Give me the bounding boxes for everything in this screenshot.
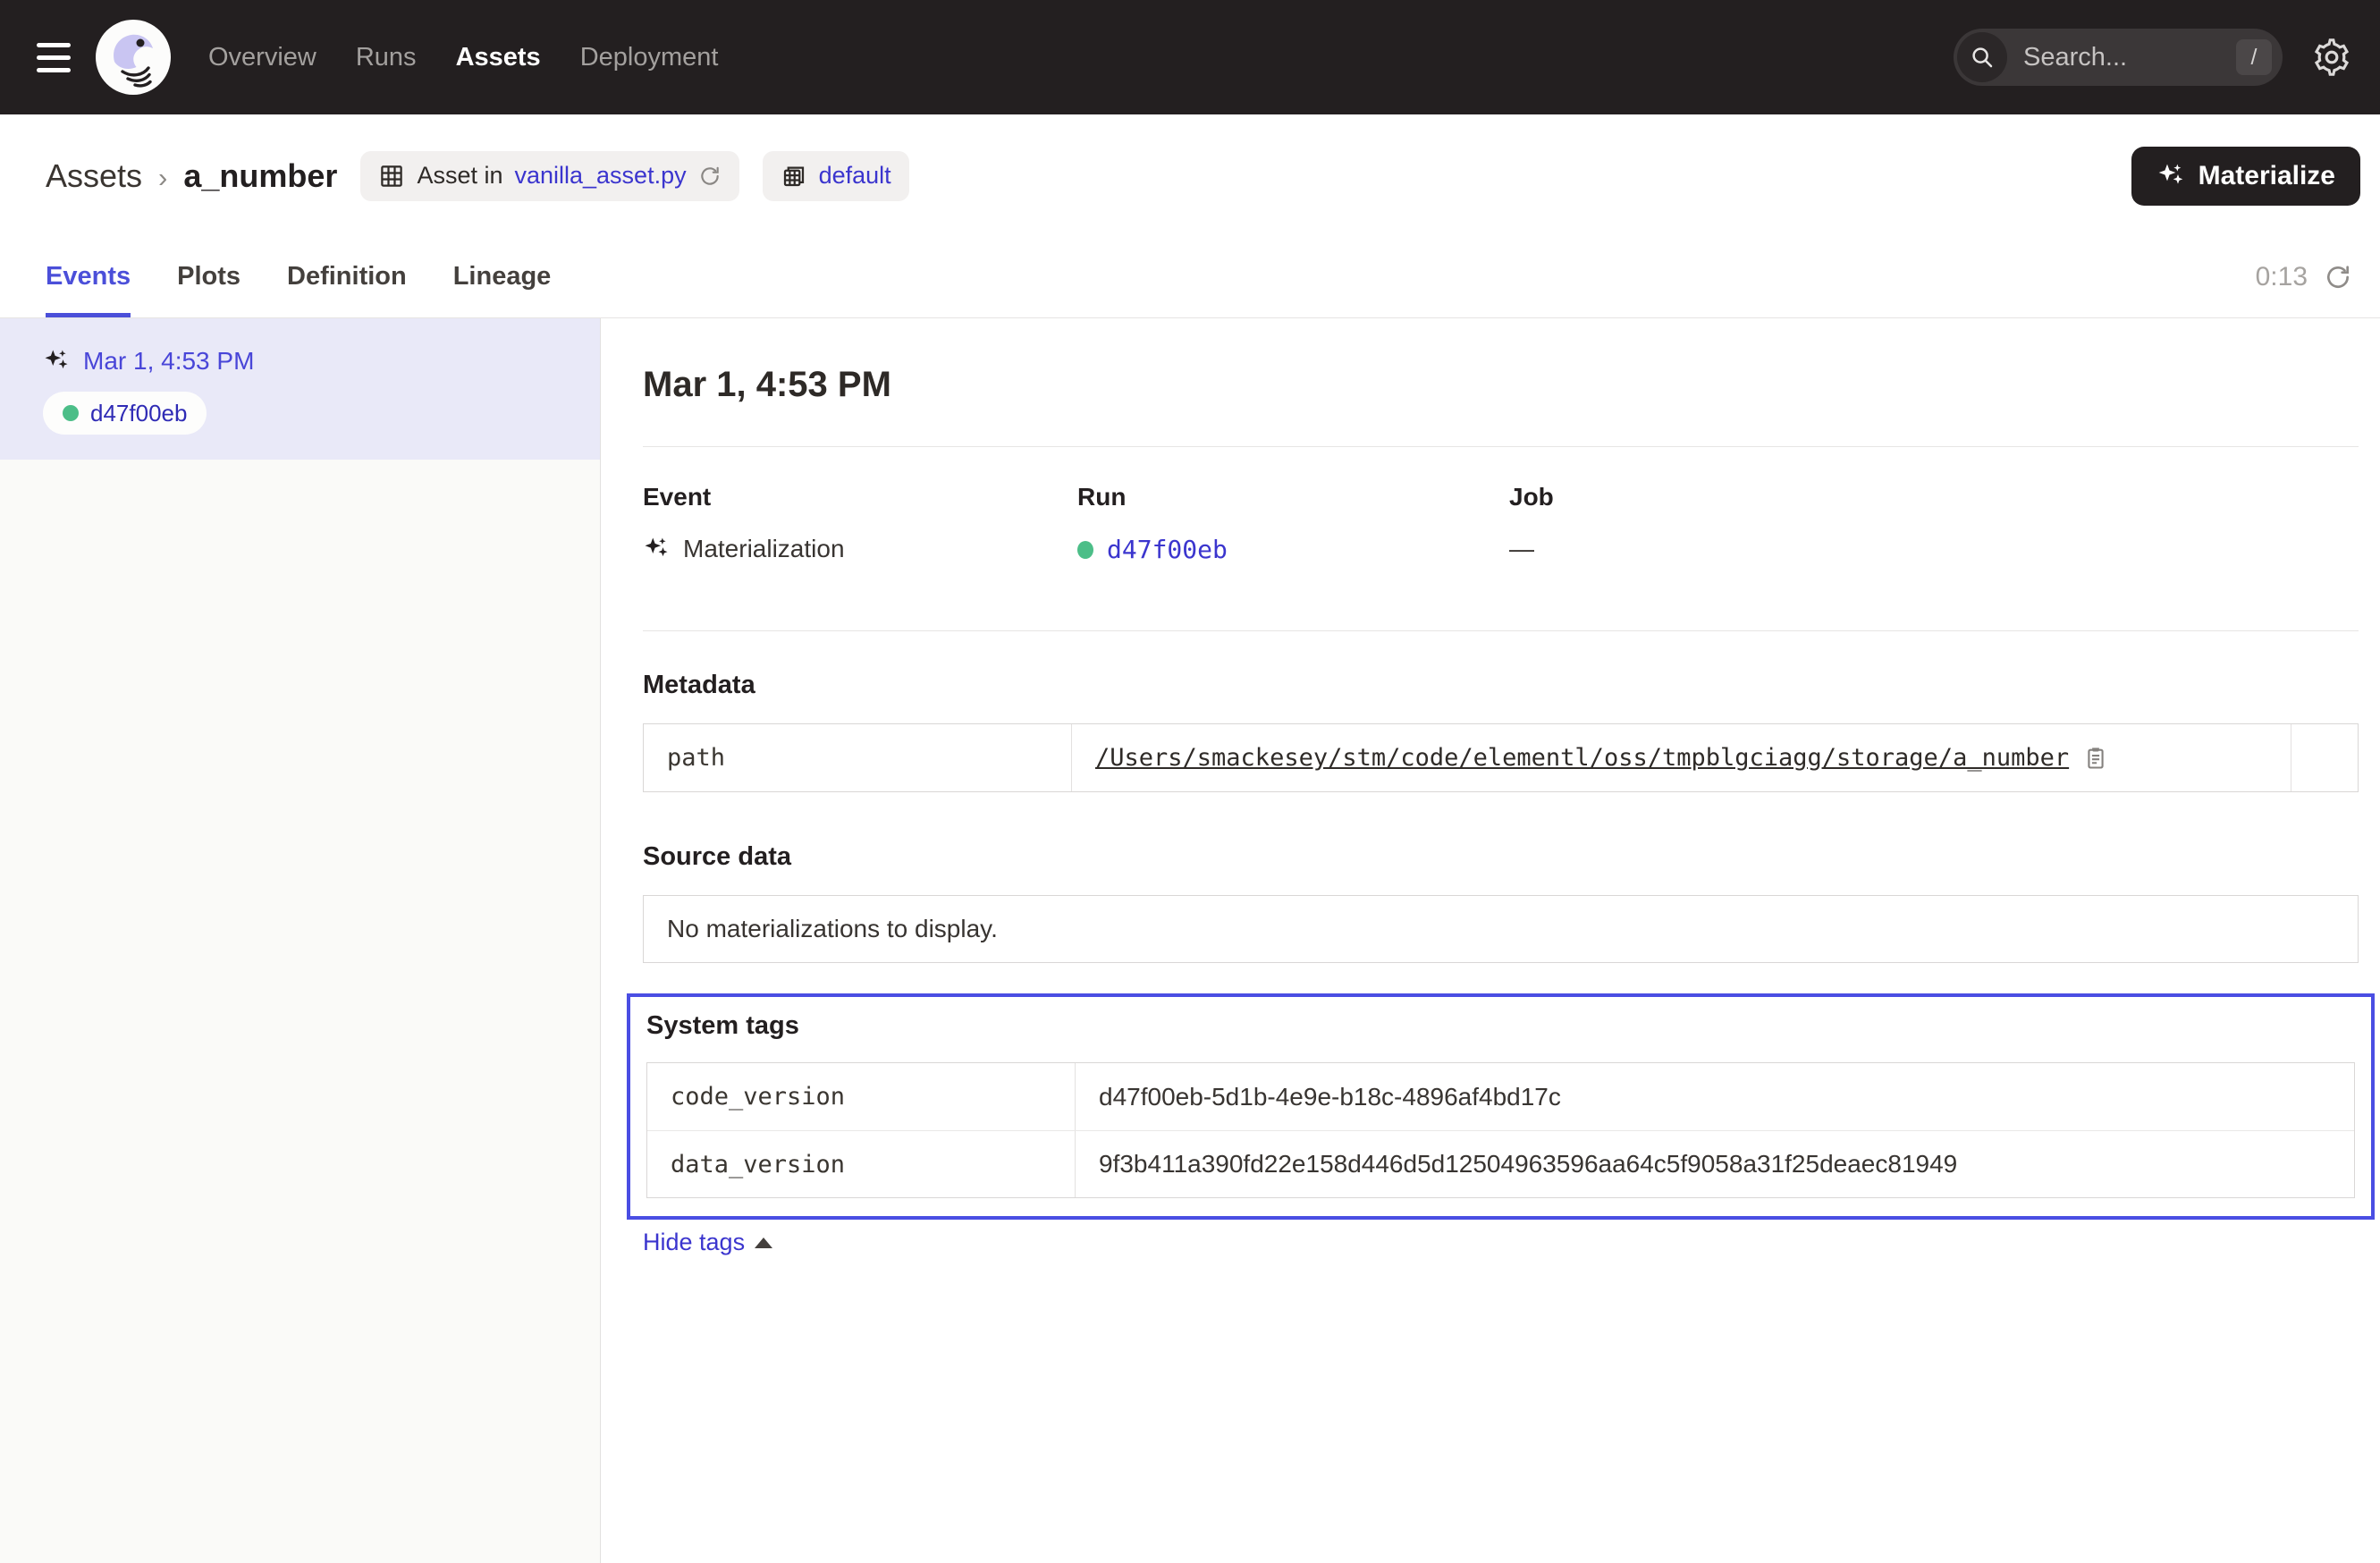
tab-lineage[interactable]: Lineage: [453, 237, 552, 317]
dagster-logo: [96, 20, 171, 95]
table-row: data_version 9f3b411a390fd22e158d446d5d1…: [647, 1130, 2354, 1197]
asset-definition-badge[interactable]: Asset in vanilla_asset.py: [360, 151, 738, 201]
run-status-dot: [1077, 541, 1093, 559]
source-data-box: No materializations to display.: [643, 895, 2359, 963]
search-shortcut-key: /: [2236, 39, 2272, 75]
system-tags-table: code_version d47f00eb-5d1b-4e9e-b18c-489…: [646, 1062, 2355, 1198]
system-tags-heading: System tags: [646, 1011, 2355, 1041]
tag-value: 9f3b411a390fd22e158d446d5d12504963596aa6…: [1076, 1131, 2354, 1197]
tab-definition[interactable]: Definition: [287, 237, 407, 317]
asset-group-link[interactable]: default: [819, 162, 891, 190]
page-header: Assets › a_number Asset in vanilla_asset…: [0, 114, 2380, 237]
materialization-sparkle-icon: [43, 348, 70, 375]
event-timestamp-link[interactable]: Mar 1, 4:53 PM: [83, 347, 254, 376]
tag-key: code_version: [647, 1063, 1076, 1130]
app-window: Overview Runs Assets Deployment /: [0, 0, 2380, 1563]
path-link[interactable]: /Users/smackesey/stm/code/elementl/oss/t…: [1095, 744, 2069, 772]
search-box[interactable]: /: [1954, 29, 2283, 86]
event-type-value: Materialization: [683, 535, 845, 563]
asset-file-link[interactable]: vanilla_asset.py: [514, 162, 686, 190]
run-column-label: Run: [1077, 483, 1509, 511]
search-input[interactable]: [2007, 42, 2236, 73]
events-sidebar: Mar 1, 4:53 PM d47f00eb: [0, 318, 601, 1563]
table-grid-icon: [378, 163, 405, 190]
materialize-button[interactable]: Materialize: [2131, 147, 2360, 206]
job-column: Job —: [1509, 483, 2359, 564]
breadcrumb-assets-link[interactable]: Assets: [46, 157, 142, 195]
hide-tags-link[interactable]: Hide tags: [643, 1229, 772, 1256]
asset-badge-prefix: Asset in: [417, 162, 502, 190]
event-list-item[interactable]: Mar 1, 4:53 PM d47f00eb: [0, 318, 600, 460]
event-summary: Event Materialization Run: [643, 447, 2359, 630]
event-column: Event Materialization: [643, 483, 1077, 564]
run-column: Run d47f00eb: [1077, 483, 1509, 564]
content-area: Mar 1, 4:53 PM d47f00eb Mar 1, 4:53 PM E…: [0, 318, 2380, 1563]
event-detail-panel: Mar 1, 4:53 PM Event Materialization: [601, 318, 2380, 1563]
metadata-table: path /Users/smackesey/stm/code/elementl/…: [643, 723, 2359, 792]
job-column-label: Job: [1509, 483, 2359, 511]
event-column-label: Event: [643, 483, 1077, 511]
job-value: —: [1509, 535, 2359, 563]
refresh-area: 0:13: [2256, 237, 2352, 317]
event-line: Mar 1, 4:53 PM: [43, 347, 578, 376]
table-gutter: [2291, 724, 2358, 791]
reload-definition-icon[interactable]: [698, 165, 722, 188]
source-data-heading: Source data: [643, 842, 2359, 872]
breadcrumb-separator: ›: [158, 162, 167, 194]
primary-nav: Overview Runs Assets Deployment: [208, 43, 718, 72]
tab-bar: Events Plots Definition Lineage 0:13: [0, 237, 2380, 318]
tab-plots[interactable]: Plots: [177, 237, 241, 317]
run-id-label: d47f00eb: [90, 400, 187, 427]
settings-gear-icon[interactable]: [2311, 37, 2352, 78]
nav-deployment[interactable]: Deployment: [580, 43, 719, 72]
refresh-countdown: 0:13: [2256, 262, 2308, 292]
table-row: path /Users/smackesey/stm/code/elementl/…: [644, 724, 2358, 791]
run-status-dot: [63, 405, 79, 421]
tag-key: data_version: [647, 1131, 1076, 1197]
materialize-label: Materialize: [2199, 161, 2335, 191]
breadcrumb: Assets › a_number: [46, 157, 337, 195]
table-row: code_version d47f00eb-5d1b-4e9e-b18c-489…: [647, 1063, 2354, 1130]
system-tags-highlight: System tags code_version d47f00eb-5d1b-4…: [627, 993, 2375, 1220]
event-title: Mar 1, 4:53 PM: [643, 365, 2359, 405]
breadcrumb-current-asset: a_number: [183, 157, 337, 195]
run-id-link[interactable]: d47f00eb: [1107, 535, 1228, 564]
nav-runs[interactable]: Runs: [356, 43, 417, 72]
nav-right: /: [1954, 29, 2352, 86]
collapse-arrow-icon: [755, 1238, 772, 1248]
search-icon: [1957, 32, 2007, 82]
refresh-icon[interactable]: [2324, 263, 2352, 291]
materialization-sparkle-icon: [643, 536, 670, 562]
sparkle-icon: [2156, 162, 2185, 190]
run-id-pill[interactable]: d47f00eb: [43, 392, 207, 435]
hide-tags-label: Hide tags: [643, 1229, 745, 1256]
metadata-key: path: [644, 724, 1072, 791]
nav-assets[interactable]: Assets: [456, 43, 541, 72]
asset-group-badge[interactable]: default: [763, 151, 909, 201]
tabs: Events Plots Definition Lineage: [46, 237, 551, 317]
tab-events[interactable]: Events: [46, 237, 131, 317]
asset-group-icon: [781, 163, 807, 190]
top-nav: Overview Runs Assets Deployment /: [0, 0, 2380, 114]
hamburger-icon: [37, 43, 71, 47]
copy-icon[interactable]: [2083, 746, 2108, 771]
source-data-empty-message: No materializations to display.: [667, 915, 998, 943]
nav-left: Overview Runs Assets Deployment: [35, 20, 718, 95]
menu-button[interactable]: [35, 38, 72, 78]
nav-overview[interactable]: Overview: [208, 43, 316, 72]
tag-value: d47f00eb-5d1b-4e9e-b18c-4896af4bd17c: [1076, 1063, 2354, 1130]
divider: [643, 630, 2359, 631]
metadata-heading: Metadata: [643, 671, 2359, 700]
